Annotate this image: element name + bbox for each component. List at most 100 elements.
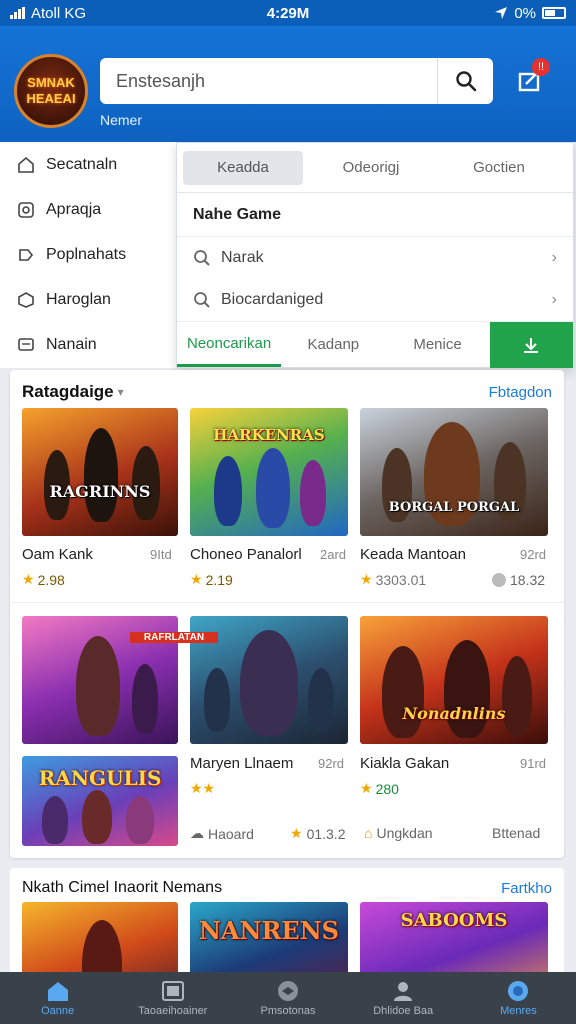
game-thumbnail[interactable]: RANGULIS	[22, 756, 178, 846]
game-extra: 18.32	[492, 572, 545, 588]
header-subtitle[interactable]: Nemer	[100, 112, 142, 128]
box-icon	[18, 291, 34, 308]
user-icon	[394, 982, 413, 1001]
chevron-right-icon: ›	[551, 249, 557, 266]
nav-promotions[interactable]: Pmsotonas	[230, 972, 345, 1024]
game-rating: ★ 3303.01	[360, 571, 427, 588]
game-rating: ★★	[190, 780, 218, 797]
carrier-label: Atoll KG	[31, 4, 87, 22]
footer-item-score: ★ 01.3.2	[290, 825, 346, 842]
footer-item-upgrade[interactable]: ⌂ Ungkdan	[364, 825, 433, 841]
game-rating: ★ 2.19	[190, 571, 233, 588]
caret-down-icon[interactable]: ▾	[118, 385, 124, 399]
game-art-title: RAFRLATAN	[130, 632, 218, 643]
game-title[interactable]: Kiakla Gakan	[360, 755, 449, 772]
dropdown-suggestion-0[interactable]: Narak ›	[177, 237, 573, 279]
dropdown-tabs: Keadda Odeorigj Goctien	[177, 143, 573, 193]
battery-icon	[542, 7, 566, 19]
search-dropdown: Keadda Odeorigj Goctien Nahe Game Narak …	[176, 142, 574, 368]
section2-link[interactable]: Fartkho	[501, 880, 552, 897]
game-art-title: HARKENRAS	[213, 426, 325, 444]
search-input[interactable]	[100, 58, 437, 104]
game-size: 9Itd	[150, 547, 172, 562]
search-icon	[194, 250, 210, 266]
download-button[interactable]	[489, 321, 573, 368]
nav-profile[interactable]: Dhlidoe Baa	[346, 972, 461, 1024]
search-button[interactable]	[437, 58, 493, 104]
clock: 4:29M	[266, 4, 310, 22]
dropdown-bottom-tab-0[interactable]: Neoncarikan	[177, 322, 282, 367]
game-art-title: RANGULIS	[38, 766, 162, 790]
nav-menu[interactable]: Menres	[461, 972, 576, 1024]
game-size: 92rd	[520, 547, 547, 562]
star-icon: ★	[22, 571, 35, 587]
location-icon	[495, 7, 508, 19]
star-icon: ★	[290, 825, 303, 841]
nav-library[interactable]: Taoaeihoainer	[115, 972, 230, 1024]
battery-label: 0%	[514, 4, 536, 22]
game-size: 2ard	[320, 547, 347, 562]
side-item-2[interactable]: Poplnahats	[0, 232, 180, 277]
games-section: Ratagdaige ▾ Fbtagdon RAGRINNS HARKENRAS…	[10, 370, 564, 858]
game-size: 91rd	[520, 756, 547, 771]
section-title: Ratagdaige	[22, 382, 114, 401]
badge-icon	[278, 981, 298, 1001]
star-icon: ★	[190, 571, 203, 587]
app-header: SMNAK HEAEAI Nemer !!	[0, 26, 576, 142]
game-art-title: NANRENS	[198, 916, 339, 945]
game-rating: ★ 280	[360, 780, 399, 797]
home-icon	[47, 982, 68, 1001]
app-logo[interactable]: SMNAK HEAEAI	[14, 54, 88, 128]
side-menu: Secatnaln Apraqja Poplnahats Haroglan Na…	[0, 142, 180, 368]
dropdown-bottom-tab-2[interactable]: Menice	[385, 322, 489, 367]
star-icon: ★★	[190, 780, 216, 796]
dropdown-tab-1[interactable]: Odeorigj	[311, 151, 431, 185]
game-rating: ★ 2.98	[22, 571, 65, 588]
side-item-3[interactable]: Haroglan	[0, 277, 180, 322]
game-title[interactable]: Keada Mantoan	[360, 546, 466, 563]
game-size: 92rd	[318, 756, 345, 771]
dropdown-bottom-tab-1[interactable]: Kadanp	[281, 322, 385, 367]
game-art-title: BORGAL PORGAL	[388, 500, 520, 515]
footer-item-hoard[interactable]: ☁ Haoard	[190, 825, 254, 842]
bottom-nav: Oanne Taoaeihoainer Pmsotonas Dhlidoe Ba…	[0, 972, 576, 1024]
signal-icon	[10, 7, 25, 19]
game-art-title: RAGRINNS	[49, 482, 151, 501]
search-bar	[100, 58, 493, 104]
game-thumbnail[interactable]: RAGRINNS	[22, 408, 178, 536]
star-icon: ★	[360, 780, 373, 796]
game-title[interactable]: Choneo Panalorl	[190, 546, 302, 563]
dropdown-tab-0[interactable]: Keadda	[183, 150, 303, 185]
notification-badge: !!	[532, 58, 550, 76]
star-icon: ★	[360, 571, 373, 587]
row-divider	[10, 602, 564, 603]
section-link[interactable]: Fbtagdon	[489, 384, 552, 401]
search-icon	[455, 71, 476, 92]
cloud-icon: ☁	[190, 825, 204, 841]
dropdown-suggestion-1[interactable]: Biocardaniged ›	[177, 279, 573, 321]
dropdown-tab-2[interactable]: Goctien	[439, 151, 559, 185]
side-item-0[interactable]: Secatnaln	[0, 142, 180, 187]
section2-title: Nkath Cimel Inaorit Nemans	[22, 879, 223, 896]
game-title[interactable]: Oam Kank	[22, 546, 93, 563]
game-thumbnail[interactable]: BORGAL PORGAL	[360, 408, 548, 536]
library-icon	[161, 981, 184, 1001]
settings-icon	[508, 981, 529, 1001]
house-icon: ⌂	[364, 825, 373, 841]
game-title[interactable]: Maryen Llnaem	[190, 755, 293, 772]
dropdown-title: Nahe Game	[177, 193, 573, 237]
gear-icon	[18, 201, 34, 218]
download-icon	[524, 337, 539, 353]
footer-item-extend[interactable]: Bttenad	[492, 825, 540, 841]
home-icon	[18, 156, 34, 173]
side-item-4[interactable]: Nanain	[0, 322, 180, 367]
tag-icon	[19, 248, 34, 261]
game-thumbnail[interactable]: HARKENRAS	[190, 408, 348, 536]
dropdown-bottom-tabs: Neoncarikan Kadanp Menice	[177, 321, 573, 368]
nav-home[interactable]: Oanne	[0, 972, 115, 1024]
game-art-title: SABOOMS	[400, 910, 508, 931]
side-item-1[interactable]: Apraqja	[0, 187, 180, 232]
game-thumbnail[interactable]: Nonadnlins	[360, 616, 548, 744]
chevron-right-icon: ›	[551, 291, 557, 308]
clock-icon	[492, 573, 506, 587]
